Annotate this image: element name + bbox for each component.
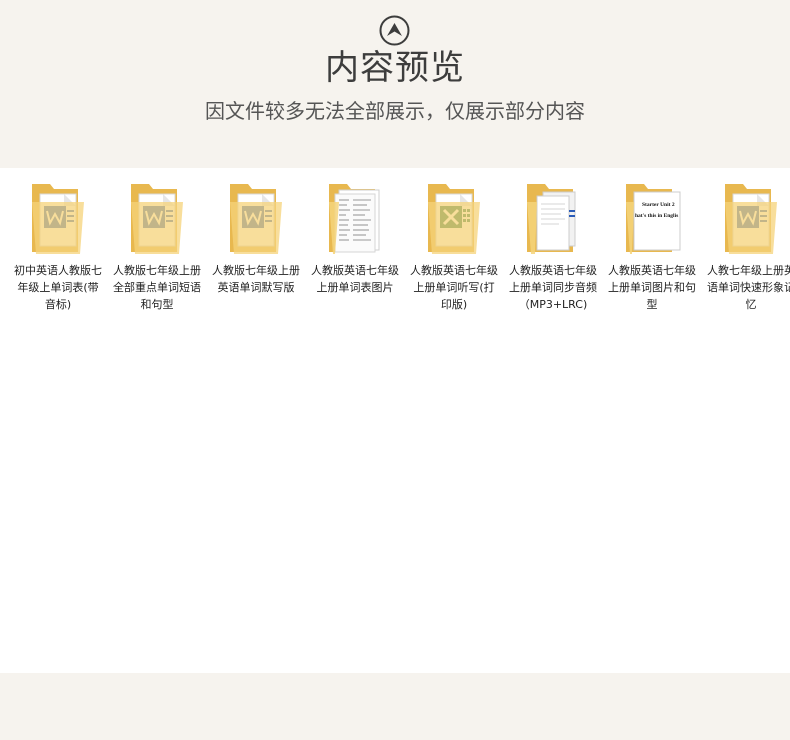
excel-folder-icon bbox=[428, 184, 480, 254]
file-name: 人教版英语七年级上册单词图片和句型 bbox=[608, 264, 696, 311]
audio-folder-icon bbox=[527, 184, 576, 254]
page-title: 内容预览 bbox=[325, 48, 465, 88]
preview-text-line-1: Starter Unit 2 bbox=[642, 202, 675, 208]
file-grid: 初中英语人教版七年级上单词表(带音标) 人教版七年级上册全部重点单词短语和句型 bbox=[0, 168, 790, 673]
content-preview-page: 内容预览 因文件较多无法全部展示，仅展示部分内容 初中英语人教版七年级上单词表(… bbox=[0, 0, 790, 740]
file-item[interactable]: 人教版七年级上册全部重点单词短语和句型 bbox=[111, 180, 203, 313]
file-item[interactable]: 人教七年级上册英语单词快速形象记忆 bbox=[705, 180, 790, 313]
preview-text-line-2: hat's this in Englis bbox=[635, 213, 678, 219]
file-item[interactable]: 人教版英语七年级上册单词听写(打印版) bbox=[408, 180, 500, 313]
file-name: 人教版英语七年级上册单词同步音频（MP3+LRC) bbox=[509, 264, 597, 311]
image-folder-icon: Starter Unit 2 hat's this in Englis bbox=[626, 184, 681, 254]
file-name: 初中英语人教版七年级上单词表(带音标) bbox=[14, 264, 102, 311]
file-name: 人教版七年级上册英语单词默写版 bbox=[212, 264, 300, 294]
file-name: 人教版英语七年级上册单词表图片 bbox=[311, 264, 399, 294]
file-item[interactable]: Starter Unit 2 hat's this in Englis 人教版英… bbox=[606, 180, 698, 313]
document-folder-icon bbox=[329, 184, 380, 254]
collapse-up-icon[interactable] bbox=[379, 15, 410, 46]
file-item[interactable]: 初中英语人教版七年级上单词表(带音标) bbox=[12, 180, 104, 313]
word-folder-icon bbox=[725, 184, 777, 254]
preview-header: 内容预览 因文件较多无法全部展示，仅展示部分内容 bbox=[0, 0, 790, 168]
file-name: 人教版英语七年级上册单词听写(打印版) bbox=[410, 264, 498, 311]
word-folder-icon bbox=[32, 184, 84, 254]
file-item[interactable]: 人教版七年级上册英语单词默写版 bbox=[210, 180, 302, 296]
preview-footer bbox=[0, 673, 790, 740]
word-folder-icon bbox=[131, 184, 183, 254]
page-subtitle: 因文件较多无法全部展示，仅展示部分内容 bbox=[205, 99, 585, 123]
word-folder-icon bbox=[230, 184, 282, 254]
file-name: 人教版七年级上册全部重点单词短语和句型 bbox=[113, 264, 201, 311]
file-name: 人教七年级上册英语单词快速形象记忆 bbox=[707, 264, 790, 311]
file-item[interactable]: 人教版英语七年级上册单词表图片 bbox=[309, 180, 401, 296]
file-item[interactable]: 人教版英语七年级上册单词同步音频（MP3+LRC) bbox=[507, 180, 599, 313]
